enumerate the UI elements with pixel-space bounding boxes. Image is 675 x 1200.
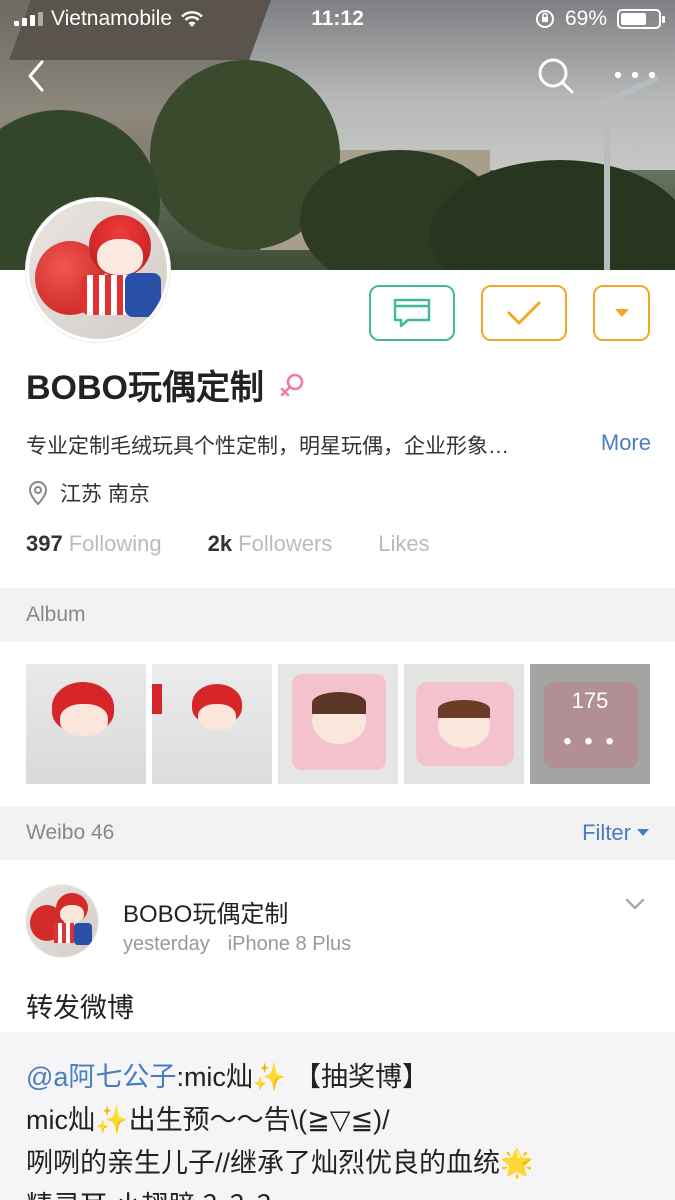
following-label: Following: [68, 531, 162, 556]
chevron-down-icon: [625, 898, 645, 910]
post-time: yesterday: [123, 933, 210, 955]
back-icon: [28, 60, 44, 92]
album-strip: 175 • • •: [26, 664, 650, 784]
weibo-header: Weibo 46 Filter: [0, 806, 675, 860]
filter-dropdown-icon: [637, 829, 649, 836]
message-icon: [393, 298, 431, 328]
likes-stat[interactable]: Likes: [378, 531, 429, 557]
profile-stats: 397 Following 2k Followers Likes: [26, 531, 430, 557]
lock-rotation-icon: [535, 10, 554, 28]
post-text: 转发微博: [26, 993, 134, 1023]
likes-label: Likes: [378, 531, 430, 556]
album-thumb[interactable]: [278, 664, 398, 784]
more-icon: [614, 71, 656, 79]
repost-mention[interactable]: @a阿七公子: [26, 1062, 176, 1092]
followers-count: 2k: [207, 531, 233, 556]
album-more-dots: • • •: [563, 728, 617, 755]
weibo-count-title: Weibo 46: [26, 821, 115, 844]
filter-label: Filter: [582, 820, 631, 845]
search-button[interactable]: [536, 56, 576, 96]
wifi-icon: [181, 11, 203, 27]
album-thumb[interactable]: [26, 664, 146, 784]
post-menu-button[interactable]: [623, 892, 647, 916]
check-icon: [507, 301, 541, 325]
dropdown-icon: [614, 309, 629, 317]
bio-more-link[interactable]: More: [601, 430, 651, 456]
profile-avatar[interactable]: [26, 198, 170, 342]
repost-line-2: mic灿✨出生预～～告\(≧▽≦)/: [26, 1105, 390, 1135]
carrier-name: Vietnamobile: [51, 7, 173, 30]
album-title: Album: [26, 603, 86, 626]
album-count: 175: [571, 688, 609, 713]
repost-line-1: :mic灿✨ 【抽奖博】: [176, 1062, 430, 1092]
following-stat[interactable]: 397 Following: [26, 531, 162, 557]
album-header[interactable]: Album: [0, 588, 675, 642]
location-icon: [28, 480, 48, 506]
location-text: 江苏 南京: [60, 483, 150, 506]
post-author-avatar[interactable]: [26, 885, 98, 957]
followers-stat[interactable]: 2k Followers: [208, 531, 333, 557]
profile-name: BOBO玩偶定制: [26, 369, 264, 407]
avatar-doll-face: [97, 239, 143, 275]
post-author-name[interactable]: BOBO玩偶定制: [123, 894, 288, 929]
post-device: iPhone 8 Plus: [227, 933, 352, 955]
profile-location: 江苏 南京: [28, 478, 150, 508]
female-icon: [280, 373, 304, 396]
status-bar: Vietnamobile 11:12 69%: [0, 0, 675, 38]
album-thumb[interactable]: [404, 664, 524, 784]
more-button[interactable]: [612, 60, 662, 90]
signal-icon: [14, 12, 43, 26]
repost-content[interactable]: @a阿七公子:mic灿✨ 【抽奖博】 mic灿✨出生预～～告\(≧▽≦)/ 咧咧…: [0, 1032, 675, 1200]
album-thumb[interactable]: [152, 664, 272, 784]
profile-bio: 专业定制毛绒玩具个性定制，明星玩偶，企业形象…: [26, 435, 509, 458]
profile-name-row: BOBO玩偶定制: [26, 360, 306, 409]
album-more-thumb[interactable]: 175 • • •: [530, 664, 650, 784]
repost-line: @a阿七公子:mic灿✨ 【抽奖博】: [26, 1056, 649, 1099]
filter-button[interactable]: Filter: [582, 820, 649, 846]
cover-lamp-pole: [604, 120, 610, 270]
battery-percent: 69%: [564, 7, 607, 30]
more-actions-dropdown[interactable]: [593, 285, 650, 341]
battery-icon: [617, 9, 665, 29]
post-meta: yesterday iPhone 8 Plus: [123, 933, 351, 956]
followers-label: Followers: [238, 531, 333, 556]
following-count: 397: [26, 531, 63, 556]
message-button[interactable]: [369, 285, 455, 341]
following-button[interactable]: [481, 285, 567, 341]
avatar-doll-pants: [125, 273, 161, 317]
repost-line-4: 精灵耳 小翅膀 ？？？: [26, 1185, 649, 1200]
back-button[interactable]: [22, 56, 52, 96]
repost-line-3: 咧咧的亲生儿子//继承了灿烈优良的血统🌟: [26, 1148, 534, 1178]
search-icon: [538, 58, 574, 94]
